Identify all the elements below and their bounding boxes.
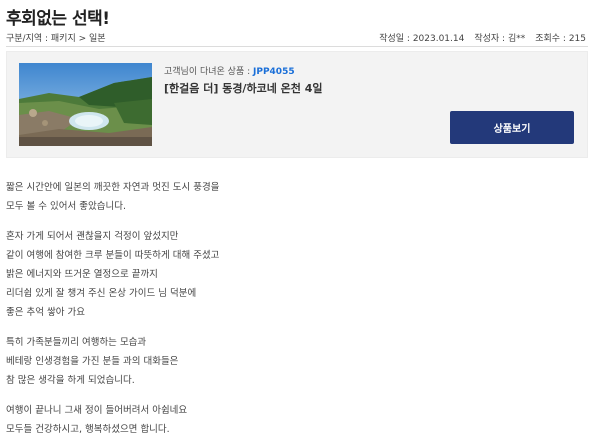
product-name[interactable]: [한걸음 더] 동경/하코네 온천 4일 — [164, 80, 322, 96]
divider — [6, 46, 588, 47]
review-paragraph: 여행이 끝나니 그새 정이 들어버려서 아쉽네요 모두들 건강하시고, 행복하셨… — [6, 401, 219, 434]
post-date: 작성일 : 2023.01.14 — [379, 34, 465, 44]
review-line: 참 많은 생각을 하게 되었습니다. — [6, 375, 135, 386]
review-paragraph: 짧은 시간안에 일본의 깨끗한 자연과 멋진 도시 풍경을 모두 볼 수 있어서… — [6, 178, 219, 216]
review-body: 짧은 시간안에 일본의 깨끗한 자연과 멋진 도시 풍경을 모두 볼 수 있어서… — [6, 178, 219, 434]
review-line: 여행이 끝나니 그새 정이 들어버려서 아쉽네요 — [6, 405, 188, 416]
review-line: 특히 가족분들끼리 여행하는 모습과 — [6, 337, 147, 348]
review-line: 좋은 추억 쌓아 가요 — [6, 307, 85, 318]
visited-prefix: 고객님이 다녀온 상품 : — [164, 67, 253, 77]
product-code[interactable]: JPP4055 — [253, 67, 295, 77]
review-paragraph: 특히 가족분들끼리 여행하는 모습과 베테랑 인생경험을 가진 분들 과의 대화… — [6, 333, 219, 390]
review-paragraph: 혼자 가게 되어서 괜찮을지 걱정이 앞섰지만 같이 여행에 참여한 크루 분들… — [6, 227, 219, 322]
review-line: 혼자 가게 되어서 괜찮을지 걱정이 앞섰지만 — [6, 231, 179, 242]
product-thumbnail[interactable] — [19, 63, 152, 146]
meta-row: 구분/지역 : 패키지 > 일본 작성일 : 2023.01.14 작성자 : … — [6, 31, 586, 45]
post-author: 작성자 : 김** — [474, 34, 526, 44]
review-line: 리더쉽 있게 잘 챙겨 주신 온상 가이드 님 덕분에 — [6, 288, 197, 299]
hot-spring-landscape-image — [19, 63, 152, 146]
review-line: 모두들 건강하시고, 행복하셨으면 합니다. — [6, 424, 170, 434]
breadcrumb: 구분/지역 : 패키지 > 일본 — [6, 34, 106, 44]
post-meta: 작성일 : 2023.01.14 작성자 : 김** 조회수 : 215 — [379, 31, 586, 44]
view-product-button[interactable]: 상품보기 — [450, 111, 574, 144]
review-line: 같이 여행에 참여한 크루 분들이 따뜻하게 대해 주셨고 — [6, 250, 220, 261]
visited-product-label: 고객님이 다녀온 상품 : JPP4055 — [164, 64, 295, 77]
view-count: 조회수 : 215 — [535, 34, 586, 44]
page-title: 후회없는 선택! — [6, 9, 110, 29]
product-card: 고객님이 다녀온 상품 : JPP4055 [한걸음 더] 동경/하코네 온천 … — [6, 51, 588, 158]
review-line: 밝은 에너지와 뜨거운 열정으로 끝까지 — [6, 269, 158, 280]
review-line: 베테랑 인생경험을 가진 분들 과의 대화들은 — [6, 356, 179, 367]
review-line: 짧은 시간안에 일본의 깨끗한 자연과 멋진 도시 풍경을 — [6, 182, 220, 193]
review-line: 모두 볼 수 있어서 좋았습니다. — [6, 201, 126, 212]
